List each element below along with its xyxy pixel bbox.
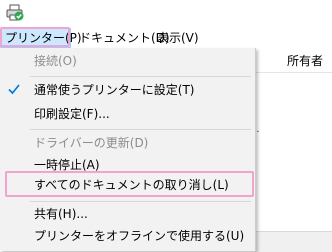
check-icon	[8, 84, 20, 95]
menu-item-label: 共有(H)...	[34, 207, 88, 221]
menu-separator	[30, 76, 251, 77]
menu-item-connect: 接続(O)	[0, 50, 255, 72]
printer-icon	[6, 4, 24, 21]
menu-item-cancel-all-documents[interactable]: すべてのドキュメントの取り消し(L)	[0, 174, 255, 196]
menu-item-label: プリンターをオフラインで使用する(U)	[34, 229, 245, 243]
printer-menu-dropdown: 接続(O) 通常使うプリンターに設定(T) 印刷設定(F)... ドライバーの更…	[0, 48, 256, 251]
menu-view[interactable]: 表示(V)	[157, 28, 199, 48]
menu-bar: プリンター(P) ドキュメント(D) 表示(V)	[0, 28, 332, 48]
column-header-owner[interactable]: 所有者	[287, 53, 323, 69]
menu-item-use-offline[interactable]: プリンターをオフラインで使用する(U)	[0, 225, 255, 247]
menu-printer[interactable]: プリンター(P)	[0, 28, 82, 48]
menu-separator	[30, 129, 251, 130]
title-bar	[0, 0, 332, 27]
menu-item-print-settings[interactable]: 印刷設定(F)...	[0, 103, 255, 125]
menu-item-pause[interactable]: 一時停止(A)	[0, 154, 255, 176]
menu-item-label: 通常使うプリンターに設定(T)	[34, 83, 195, 97]
menu-item-update-driver: ドライバーの更新(D)	[0, 132, 255, 154]
menu-item-label: すべてのドキュメントの取り消し(L)	[34, 178, 229, 192]
menu-item-label: 一時停止(A)	[34, 158, 100, 172]
menu-item-set-default[interactable]: 通常使うプリンターに設定(T)	[0, 79, 255, 101]
menu-item-share[interactable]: 共有(H)...	[0, 203, 255, 225]
menu-item-label: ドライバーの更新(D)	[34, 136, 149, 150]
menu-separator	[30, 201, 251, 202]
menu-item-label: 接続(O)	[34, 54, 77, 68]
menu-item-label: 印刷設定(F)...	[34, 107, 110, 121]
status-bar	[255, 231, 332, 252]
